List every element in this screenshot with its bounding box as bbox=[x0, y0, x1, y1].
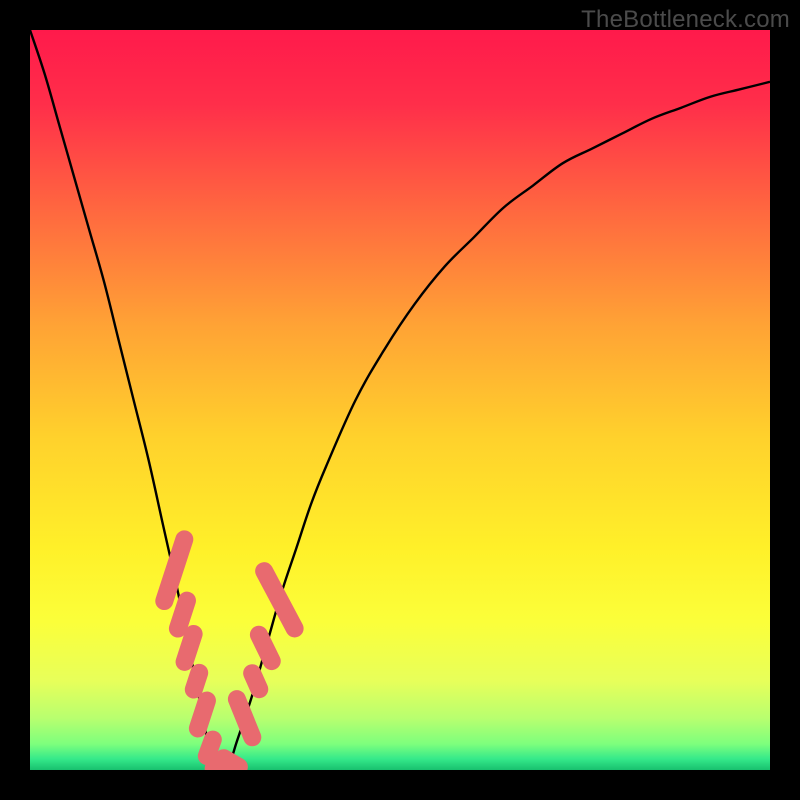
plot-area bbox=[30, 30, 770, 770]
bottleneck-curve bbox=[30, 30, 770, 770]
chart-frame: TheBottleneck.com bbox=[0, 0, 800, 800]
marker-group bbox=[153, 528, 307, 770]
watermark-text: TheBottleneck.com bbox=[581, 6, 790, 34]
curve-layer bbox=[30, 30, 770, 770]
